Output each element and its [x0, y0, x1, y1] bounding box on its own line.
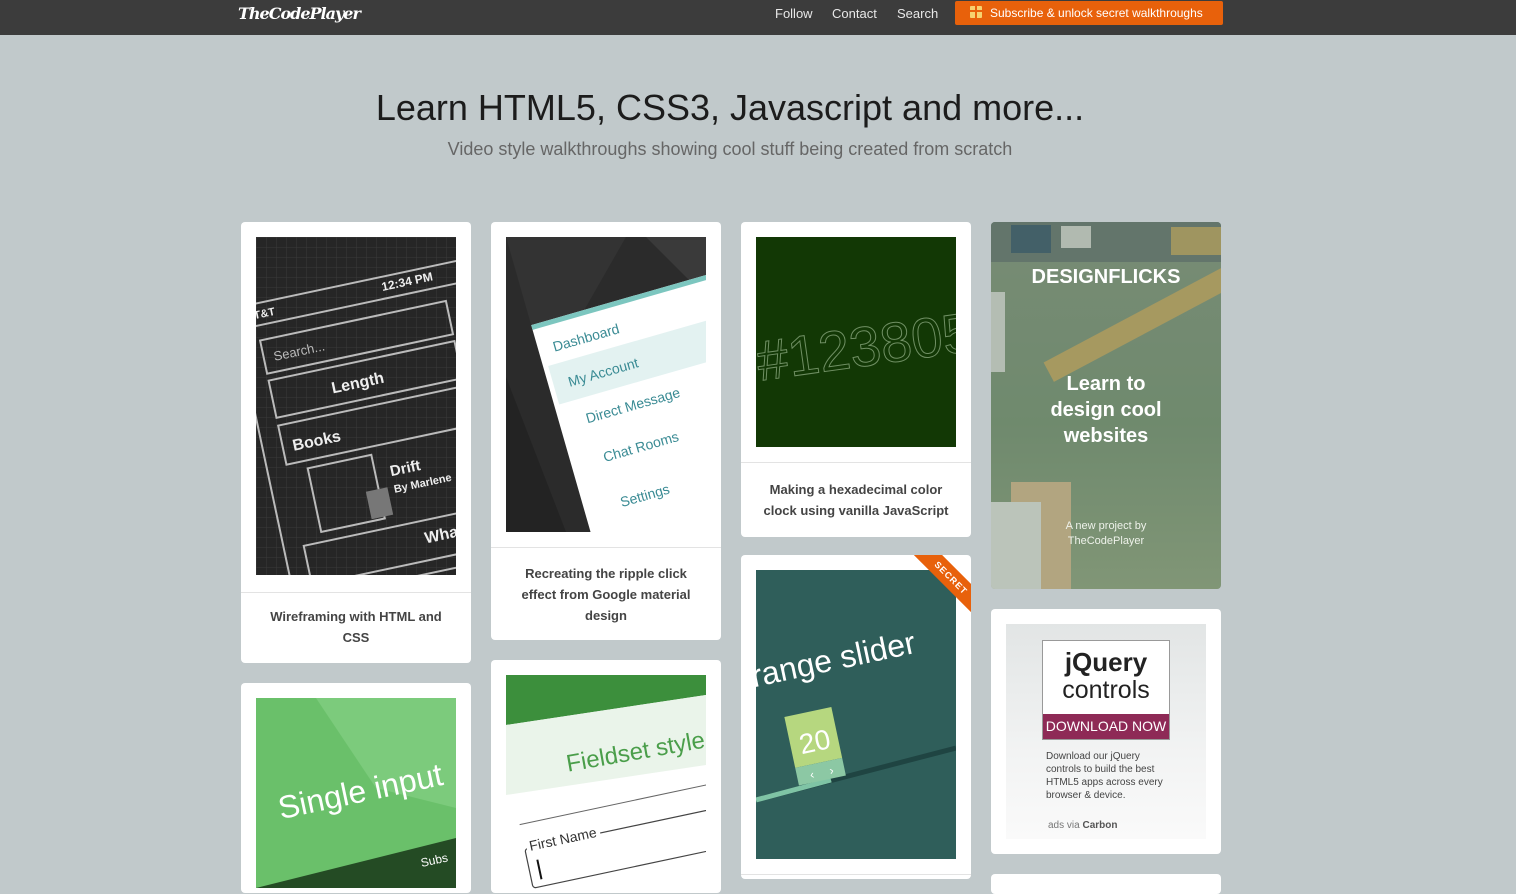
- site-logo[interactable]: TheCodePlayer: [238, 4, 361, 23]
- walkthrough-card-single-input[interactable]: Single input Subs: [241, 683, 471, 893]
- subscribe-label: Subscribe & unlock secret walkthroughs: [990, 6, 1203, 20]
- caption-line: CSS: [342, 630, 370, 645]
- byline-line: A new project by: [1065, 520, 1147, 532]
- walkthrough-card-partial[interactable]: [991, 874, 1221, 894]
- designflicks-brand: DESIGNFLICKS: [1031, 266, 1181, 288]
- caption-line: design: [585, 608, 627, 623]
- gift-icon: [970, 6, 982, 18]
- jquery-logo-line2: controls: [1062, 676, 1150, 704]
- page-subtitle: Video style walkthroughs showing cool st…: [447, 139, 1013, 159]
- via-brand: Carbon: [1082, 820, 1118, 831]
- caption-line: effect from Google material: [521, 587, 691, 602]
- thumbnail-fieldset[interactable]: Fieldset style First Name: [506, 675, 706, 890]
- page-title: Learn HTML5, CSS3, Javascript and more..…: [375, 87, 1085, 128]
- byline-line: TheCodePlayer: [1067, 535, 1145, 547]
- thumbnail-range-slider[interactable]: range slider 20 ‹ ›: [756, 570, 956, 859]
- walkthrough-card-wireframing[interactable]: 12:34 PM AT&T Search... Length Books Dri…: [241, 222, 471, 663]
- thumbnail-single-input[interactable]: Single input Subs: [256, 698, 456, 888]
- caption-line: Making a hexadecimal color: [769, 482, 943, 497]
- card-divider: [741, 874, 971, 875]
- download-now-button[interactable]: DOWNLOAD NOW: [1043, 714, 1169, 739]
- caption-line: Recreating the ripple click: [525, 566, 687, 581]
- thumbnail-hex-clock[interactable]: #123805: [756, 237, 956, 447]
- walkthrough-card-hex-clock[interactable]: #123805 Making a hexadecimal color clock…: [741, 222, 971, 537]
- tagline-line: design cool: [1050, 399, 1162, 421]
- slider-value: 20: [796, 723, 833, 760]
- nav-contact-link[interactable]: Contact: [832, 6, 877, 21]
- thumbnail-ripple[interactable]: Dashboard My Account Direct Message Chat…: [506, 237, 706, 532]
- card-caption[interactable]: Wireframing with HTML and CSS: [241, 592, 471, 648]
- top-navbar: TheCodePlayer Follow Contact Search Subs…: [0, 0, 1516, 35]
- card-caption[interactable]: Making a hexadecimal color clock using v…: [741, 462, 971, 521]
- card-caption[interactable]: Recreating the ripple click effect from …: [491, 547, 721, 626]
- via-prefix: ads via: [1048, 820, 1080, 831]
- carbon-ad-inner: jQuery controls DOWNLOAD NOW Download ou…: [1006, 624, 1206, 839]
- carbon-attribution[interactable]: ads via Carbon: [1048, 820, 1117, 831]
- designflicks-ad[interactable]: DESIGNFLICKS Learn to design cool websit…: [991, 222, 1221, 589]
- subscribe-button[interactable]: Subscribe & unlock secret walkthroughs: [955, 1, 1223, 25]
- nav-search-link[interactable]: Search: [897, 6, 938, 21]
- designflicks-tagline: Learn to design cool websites: [991, 371, 1221, 449]
- walkthrough-card-range-slider[interactable]: range slider 20 ‹ › SECRET: [741, 555, 971, 879]
- walkthrough-card-ripple[interactable]: Dashboard My Account Direct Message Chat…: [491, 222, 721, 640]
- carbon-ad[interactable]: jQuery controls DOWNLOAD NOW Download ou…: [991, 609, 1221, 854]
- caption-line: clock using vanilla JavaScript: [763, 503, 949, 518]
- tagline-line: websites: [1063, 425, 1149, 447]
- walkthrough-card-fieldset[interactable]: Fieldset style First Name: [491, 660, 721, 893]
- nav-follow-link[interactable]: Follow: [775, 6, 813, 21]
- jquery-controls-banner[interactable]: jQuery controls DOWNLOAD NOW: [1042, 640, 1170, 740]
- carbon-ad-text[interactable]: Download our jQuery controls to build th…: [1046, 750, 1176, 802]
- jquery-logo-line1: jQuery: [1064, 647, 1148, 677]
- caption-line: Wireframing with HTML and: [270, 609, 442, 624]
- tagline-line: Learn to: [1066, 373, 1146, 395]
- thumbnail-wireframing[interactable]: 12:34 PM AT&T Search... Length Books Dri…: [256, 237, 456, 575]
- designflicks-byline: A new project by TheCodePlayer: [991, 519, 1221, 549]
